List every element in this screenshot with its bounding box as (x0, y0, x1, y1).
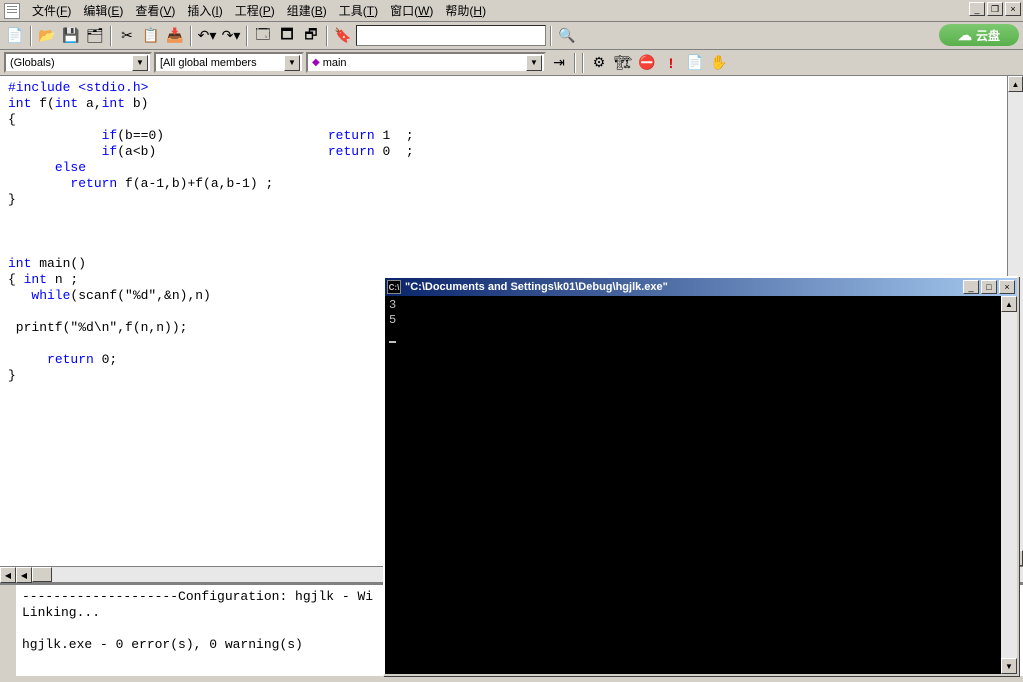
bookmark-icon[interactable]: 🔖 (332, 25, 354, 47)
console-titlebar[interactable]: C:\ "C:\Documents and Settings\k01\Debug… (385, 278, 1017, 296)
scroll-up-icon[interactable]: ▲ (1001, 296, 1017, 312)
wizard-bar: (Globals) ▼ [All global members ▼ ◆ main… (0, 50, 1023, 76)
console-close-button[interactable]: × (999, 280, 1015, 294)
find-icon[interactable]: 🔍 (556, 25, 578, 47)
cmd-icon: C:\ (387, 280, 401, 294)
console-output[interactable]: 3 5 (385, 296, 1001, 674)
stop-build-icon[interactable]: ⛔ (636, 52, 658, 74)
scroll-up-icon[interactable]: ▲ (1008, 76, 1023, 92)
output-icon[interactable]: 🗖 (276, 25, 298, 47)
menu-f[interactable]: 文件(F) (26, 2, 77, 20)
standard-toolbar: 📄 📂 💾 🗂 ✂ 📋 📥 ↶▾ ↷▾ 🗔 🗖 🗗 🔖 🔍 云盘 (0, 22, 1023, 50)
cloud-label: 云盘 (976, 27, 1000, 44)
restore-button[interactable]: ❐ (987, 2, 1003, 16)
menu-b[interactable]: 组建(B) (281, 2, 333, 20)
console-title-text: "C:\Documents and Settings\k01\Debug\hgj… (405, 281, 963, 293)
scroll-left2-icon[interactable]: ◀ (16, 567, 32, 583)
menu-i[interactable]: 插入(I) (181, 2, 228, 20)
minimize-button[interactable]: _ (969, 2, 985, 16)
console-scrollbar[interactable]: ▲ ▼ (1001, 296, 1017, 674)
open-icon[interactable]: 📂 (36, 25, 58, 47)
paste-icon[interactable]: 📥 (164, 25, 186, 47)
console-maximize-button[interactable]: □ (981, 280, 997, 294)
copy-icon[interactable]: 📋 (140, 25, 162, 47)
menu-t[interactable]: 工具(T) (333, 2, 384, 20)
scroll-thumb[interactable] (32, 567, 52, 582)
redo-icon[interactable]: ↷▾ (220, 25, 242, 47)
cut-icon[interactable]: ✂ (116, 25, 138, 47)
cloud-disk-badge[interactable]: 云盘 (939, 24, 1019, 46)
save-icon[interactable]: 💾 (60, 25, 82, 47)
chevron-down-icon: ▼ (526, 55, 542, 71)
execute-icon[interactable]: ! (660, 52, 682, 74)
menu-v[interactable]: 查看(V) (129, 2, 181, 20)
find-combo[interactable] (356, 25, 546, 46)
console-body: 3 5 ▲ ▼ (385, 296, 1017, 674)
console-window: C:\ "C:\Documents and Settings\k01\Debug… (383, 276, 1019, 676)
scroll-down-icon[interactable]: ▼ (1001, 658, 1017, 674)
members-value: [All global members (160, 57, 284, 69)
scroll-left-icon[interactable]: ◀ (0, 567, 16, 583)
go-icon[interactable]: 📄 (684, 52, 706, 74)
menu-w[interactable]: 窗口(W) (384, 2, 439, 20)
compile-icon[interactable]: ⚙ (588, 52, 610, 74)
scope-dropdown[interactable]: (Globals) ▼ (4, 52, 152, 73)
function-icon: ◆ (312, 57, 320, 68)
close-button[interactable]: × (1005, 2, 1021, 16)
menu-h[interactable]: 帮助(H) (439, 2, 492, 20)
workspace-icon[interactable]: 🗔 (252, 25, 274, 47)
save-all-icon[interactable]: 🗂 (84, 25, 106, 47)
console-minimize-button[interactable]: _ (963, 280, 979, 294)
scope-value: (Globals) (10, 57, 132, 69)
members-dropdown[interactable]: [All global members ▼ (154, 52, 304, 73)
window-icon[interactable]: 🗗 (300, 25, 322, 47)
function-value: main (323, 57, 526, 69)
menu-p[interactable]: 工程(P) (229, 2, 281, 20)
undo-icon[interactable]: ↶▾ (196, 25, 218, 47)
goto-icon[interactable]: ⇥ (548, 52, 570, 74)
hand-icon[interactable]: ✋ (708, 52, 730, 74)
menu-e[interactable]: 编辑(E) (77, 2, 129, 20)
build-icon[interactable]: 🏗 (612, 52, 634, 74)
chevron-down-icon: ▼ (132, 55, 148, 71)
function-dropdown[interactable]: ◆ main ▼ (306, 52, 546, 73)
document-icon (4, 3, 20, 19)
new-file-icon[interactable]: 📄 (4, 25, 26, 47)
chevron-down-icon: ▼ (284, 55, 300, 71)
menu-bar: 文件(F)编辑(E)查看(V)插入(I)工程(P)组建(B)工具(T)窗口(W)… (0, 0, 1023, 22)
mdi-window-controls: _ ❐ × (969, 2, 1021, 16)
